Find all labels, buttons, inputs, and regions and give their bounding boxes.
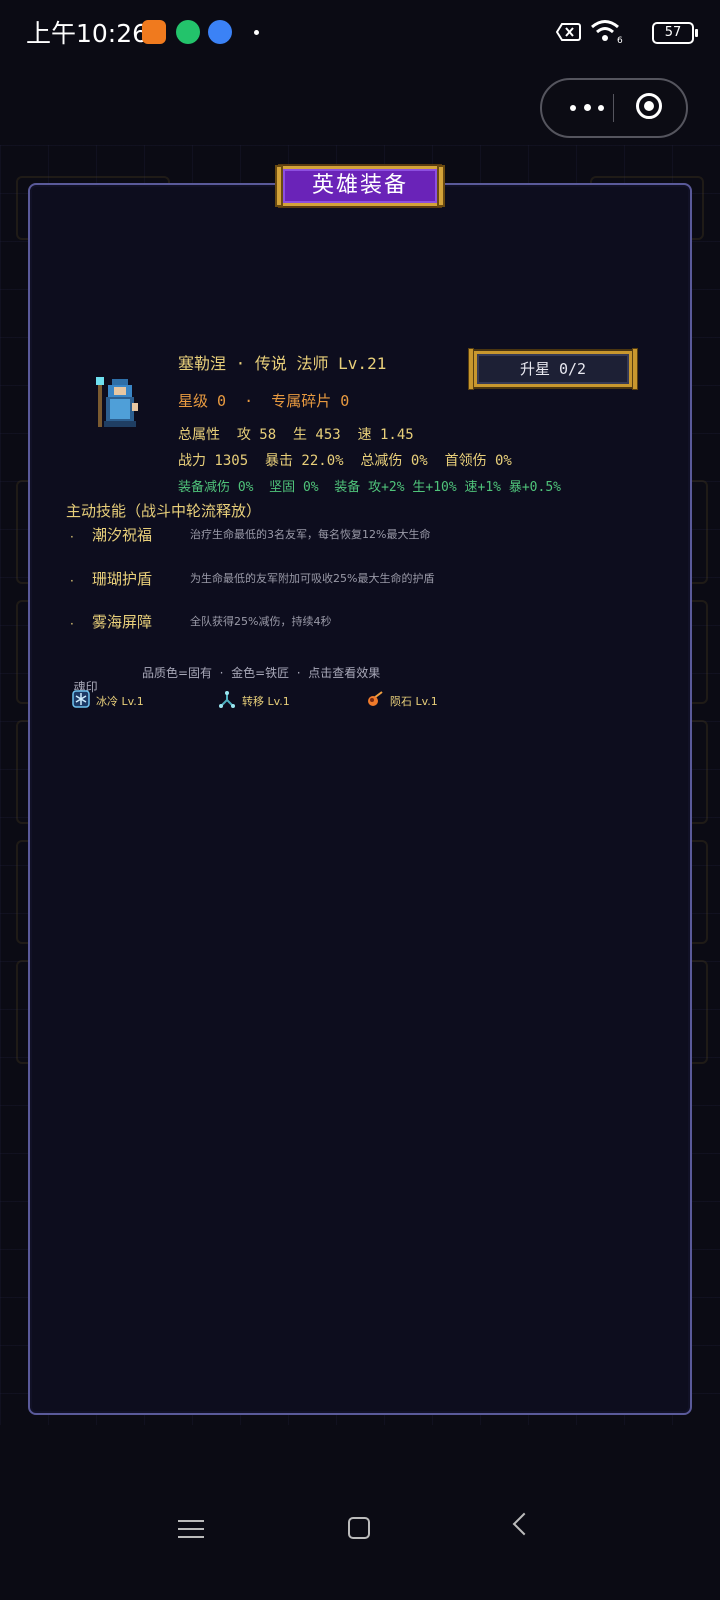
hero-name: 塞勒涅 · 传说 法师 Lv.21 <box>178 354 387 373</box>
bullet: · <box>70 530 74 544</box>
more-menu-icon[interactable] <box>566 96 608 120</box>
sim-off-icon <box>556 23 581 41</box>
skill-name: 雾海屏障 <box>92 613 153 631</box>
hero-star-level: 星级 0 · 专属碎片 0 <box>178 392 350 410</box>
recent-apps-icon[interactable] <box>178 1518 204 1540</box>
chat-app-icon <box>176 20 200 44</box>
hero-total-attributes: 总属性 攻 58 生 453 速 1.45 <box>178 427 414 443</box>
capsule-divider <box>613 94 614 122</box>
wifi-icon: 6 <box>591 20 623 44</box>
hero-equipment-bonus: 装备减伤 0% 坚固 0% 装备 攻+2% 生+10% 速+1% 暴+0.5% <box>178 480 561 495</box>
skill-description: 治疗生命最低的3名友军，每名恢复12%最大生命 <box>190 528 431 541</box>
soul-mark-name: 冰冷 Lv.1 <box>96 695 144 708</box>
more-notifications-icon <box>254 30 259 35</box>
close-miniprogram-icon[interactable] <box>636 93 662 119</box>
soul-mark-name: 转移 Lv.1 <box>242 695 290 708</box>
hero-portrait-icon <box>96 377 138 427</box>
upgrade-star-button[interactable]: 升星 0/2 <box>468 348 638 390</box>
meteor-icon <box>368 691 383 706</box>
skill-name: 潮汐祝福 <box>92 526 153 544</box>
home-icon[interactable] <box>348 1517 370 1539</box>
transfer-rune-icon <box>219 691 235 708</box>
bullet: · <box>70 617 74 631</box>
status-bar: 上午10:26 6 57 <box>0 0 720 66</box>
browser-app-icon <box>208 20 232 44</box>
panel-title-text: 英雄装备 <box>311 173 408 198</box>
ice-crystal-icon <box>72 690 90 708</box>
miniprogram-capsule <box>540 78 688 138</box>
status-time: 上午10:26 <box>26 19 149 48</box>
active-skills-title: 主动技能（战斗中轮流释放） <box>66 502 262 520</box>
svg-text:6: 6 <box>617 36 623 44</box>
upgrade-star-label: 升星 0/2 <box>519 360 587 378</box>
battery-icon: 57 <box>652 22 698 44</box>
skill-name: 珊瑚护盾 <box>92 570 153 588</box>
video-app-icon <box>142 20 166 44</box>
soul-mark-hint: 品质色=固有 · 金色=铁匠 · 点击查看效果 <box>142 666 381 680</box>
system-navigation-bar <box>0 1500 720 1600</box>
hero-combat-stats: 战力 1305 暴击 22.0% 总减伤 0% 首领伤 0% <box>178 453 512 469</box>
skill-description: 全队获得25%减伤，持续4秒 <box>190 615 332 628</box>
bullet: · <box>70 574 74 588</box>
soul-mark-name: 陨石 Lv.1 <box>390 695 438 708</box>
skill-description: 为生命最低的友军附加可吸收25%最大生命的护盾 <box>190 572 435 585</box>
panel-title: 英雄装备 <box>275 165 445 207</box>
